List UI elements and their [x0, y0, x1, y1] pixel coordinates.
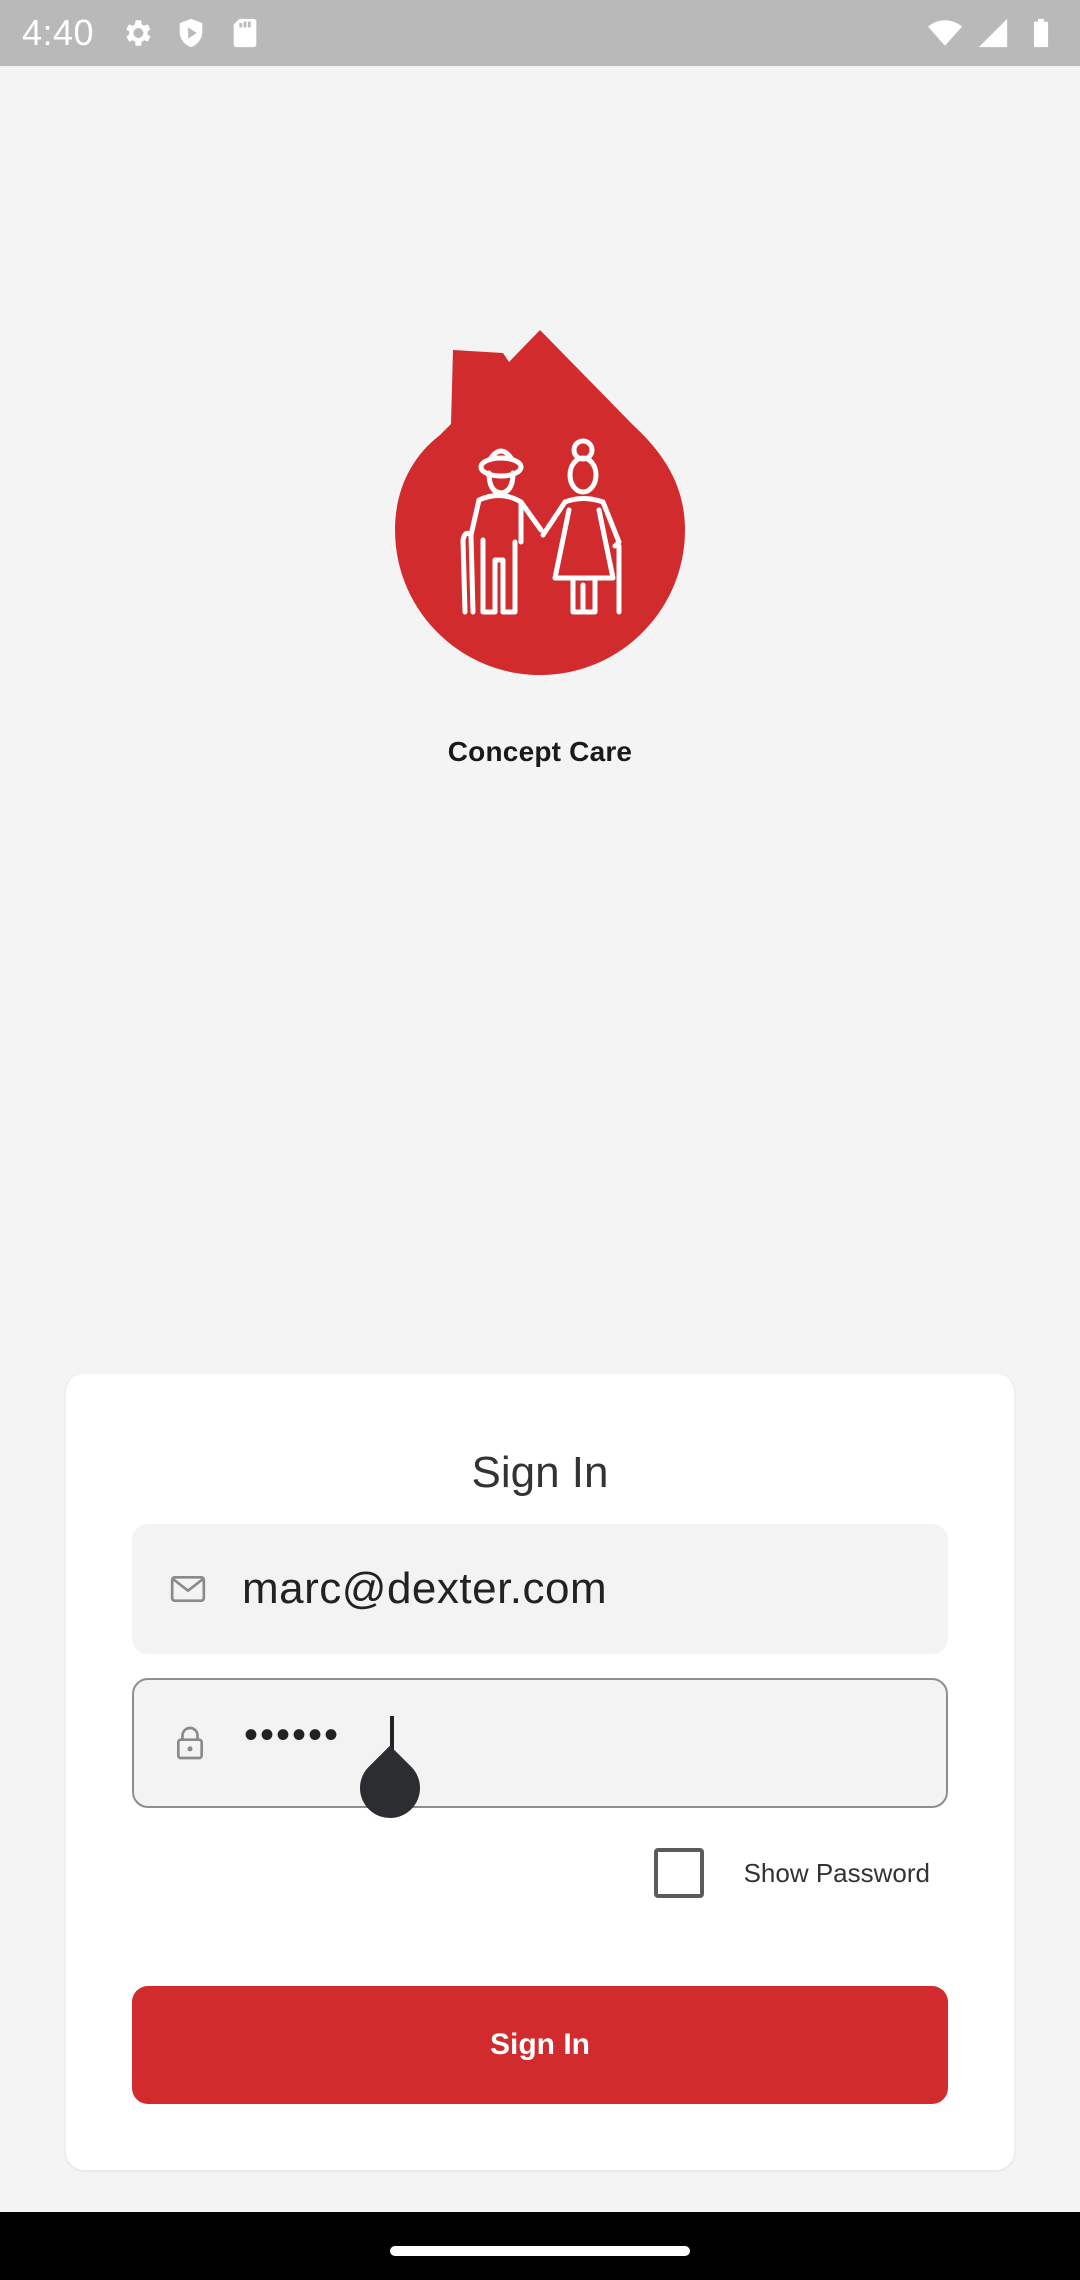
sign-in-button[interactable]: Sign In [132, 1986, 948, 2104]
show-password-label[interactable]: Show Password [744, 1858, 930, 1889]
password-field[interactable]: •••••• [132, 1678, 948, 1831]
care-home-logo [395, 330, 685, 675]
battery-icon [1033, 18, 1049, 48]
gear-icon [126, 20, 151, 46]
home-indicator[interactable] [390, 2246, 690, 2256]
shield-icon [179, 18, 203, 48]
sd-card-icon [233, 18, 257, 48]
sign-in-card: Sign In marc@dexter.com •••••• Show Pass… [66, 1374, 1014, 2170]
wifi-icon [928, 20, 962, 46]
brand-name: Concept Care [447, 736, 633, 767]
email-field[interactable]: marc@dexter.com [132, 1524, 948, 1654]
brand-header: Concept Care [0, 320, 1080, 768]
show-password-row[interactable]: Show Password [653, 1848, 930, 1898]
mail-icon [170, 1576, 206, 1602]
sign-in-title: Sign In [471, 1448, 609, 1497]
signal-icon [978, 18, 1008, 48]
email-value[interactable]: marc@dexter.com [242, 1564, 607, 1614]
lock-icon [177, 1726, 203, 1760]
status-right-icons [928, 16, 1058, 50]
navigation-bar [0, 2212, 1080, 2280]
show-password-checkbox[interactable] [653, 1848, 704, 1898]
password-value[interactable]: •••••• [244, 1713, 340, 1758]
status-time: 4:40 [22, 12, 95, 53]
status-left-icons [120, 16, 262, 50]
status-bar: 4:40 [0, 0, 1080, 66]
cursor-handle[interactable] [347, 1745, 433, 1831]
